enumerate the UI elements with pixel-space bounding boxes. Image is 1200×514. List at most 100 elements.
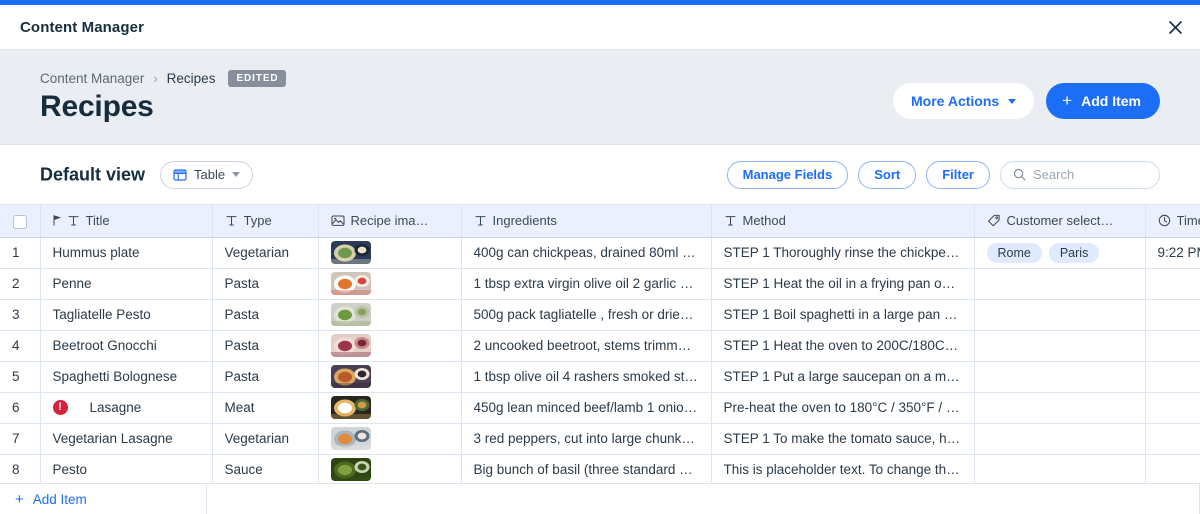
cell-ingredients[interactable]: 450g lean minced beef/lamb 1 onion 1 …: [461, 392, 712, 424]
cell-method-text: This is placeholder text. To change this…: [723, 462, 962, 477]
view-type-selector[interactable]: Table: [160, 160, 254, 189]
column-header-label: Customer select…: [1006, 213, 1114, 229]
text-field-icon: [724, 214, 737, 227]
cell-recipe-image[interactable]: [318, 237, 462, 269]
table-body: 1 Hummus plate Vegetarian 400g can chickpea…: [0, 237, 1200, 486]
select-all-checkbox[interactable]: [12, 214, 27, 229]
cell-type[interactable]: Pasta: [212, 361, 319, 393]
more-actions-button[interactable]: More Actions: [893, 83, 1035, 119]
cell-title[interactable]: Tagliatelle Pesto: [40, 299, 213, 331]
cell-customer-select[interactable]: Rome Paris: [974, 237, 1146, 269]
cell-title[interactable]: Hummus plate: [40, 237, 213, 269]
cell-ingredients[interactable]: 1 tbsp olive oil 4 rashers smoked streak…: [461, 361, 712, 393]
cell-method[interactable]: This is placeholder text. To change this…: [711, 454, 975, 486]
cell-ingredients[interactable]: Big bunch of basil (three standard size …: [461, 454, 712, 486]
table-row[interactable]: 5 Spaghetti Bolognese Pasta 1 tbsp olive oi…: [0, 361, 1200, 393]
add-item-label: Add Item: [1081, 93, 1141, 109]
cell-time[interactable]: [1145, 392, 1200, 424]
search-box[interactable]: [1000, 160, 1160, 189]
cell-method[interactable]: STEP 1 Thoroughly rinse the chickpeas in…: [711, 237, 975, 269]
cell-ingredients[interactable]: 1 tbsp extra virgin olive oil 2 garlic c…: [461, 268, 712, 300]
cell-type[interactable]: Meat: [212, 392, 319, 424]
cell-time[interactable]: [1145, 330, 1200, 362]
cell-customer-select[interactable]: [974, 361, 1146, 393]
cell-time[interactable]: 9:22 PM: [1145, 237, 1200, 269]
cell-type[interactable]: Vegetarian: [212, 423, 319, 455]
table-row[interactable]: 1 Hummus plate Vegetarian 400g can chickpea…: [0, 237, 1200, 269]
cell-recipe-image[interactable]: [318, 423, 462, 455]
cell-customer-select[interactable]: [974, 423, 1146, 455]
cell-recipe-image[interactable]: [318, 330, 462, 362]
cell-time[interactable]: [1145, 454, 1200, 486]
recipe-image-thumbnail: [330, 396, 371, 419]
cell-recipe-image[interactable]: [318, 299, 462, 331]
filter-button[interactable]: Filter: [926, 160, 990, 189]
cell-recipe-image[interactable]: [318, 454, 462, 486]
cell-customer-select[interactable]: [974, 268, 1146, 300]
cell-customer-select[interactable]: [974, 330, 1146, 362]
clock-field-icon: [1158, 214, 1171, 227]
table-row[interactable]: 8 Pesto Sauce Big bunch of basil (three sta…: [0, 454, 1200, 486]
cell-ingredients[interactable]: 500g pack tagliatelle , fresh or dried 2…: [461, 299, 712, 331]
table-row[interactable]: 2 Penne Pasta 1 tbsp extra virgin olive oil…: [0, 268, 1200, 300]
column-header-recipe-image[interactable]: Recipe ima…: [318, 205, 462, 238]
cell-title[interactable]: Pesto: [40, 454, 213, 486]
cell-type[interactable]: Pasta: [212, 268, 319, 300]
breadcrumb-item-recipes[interactable]: Recipes: [167, 71, 216, 86]
plus-icon: +: [15, 490, 24, 508]
column-header-ingredients[interactable]: Ingredients: [461, 205, 712, 238]
cell-ingredients-text: 500g pack tagliatelle , fresh or dried 2…: [473, 307, 699, 322]
cell-recipe-image[interactable]: [318, 361, 462, 393]
cell-title[interactable]: Spaghetti Bolognese: [40, 361, 213, 393]
cell-method-text: STEP 1 Thoroughly rinse the chickpeas in…: [723, 245, 962, 260]
cell-method[interactable]: STEP 1 Put a large saucepan on a medium …: [711, 361, 975, 393]
search-input[interactable]: [1033, 167, 1147, 182]
breadcrumb-item-content-manager[interactable]: Content Manager: [40, 71, 144, 86]
column-header-method[interactable]: Method: [711, 205, 975, 238]
cell-recipe-image[interactable]: [318, 268, 462, 300]
footer-add-item-button[interactable]: + Add Item: [0, 483, 207, 514]
cell-title[interactable]: ! Lasagne: [40, 392, 213, 424]
table-icon: [173, 168, 187, 182]
cell-ingredients[interactable]: 3 red peppers, cut into large chunks 2 a…: [461, 423, 712, 455]
cell-time[interactable]: [1145, 268, 1200, 300]
cell-type[interactable]: Vegetarian: [212, 237, 319, 269]
cell-method[interactable]: STEP 1 Heat the oven to 200C/180C fan/ g…: [711, 330, 975, 362]
cell-time[interactable]: [1145, 423, 1200, 455]
text-field-icon: [67, 214, 80, 227]
table-row[interactable]: 7 Vegetarian Lasagne Vegetarian 3 red peppe…: [0, 423, 1200, 455]
cell-title-text: Vegetarian Lasagne: [52, 431, 173, 446]
cell-ingredients-text: 3 red peppers, cut into large chunks 2 a…: [473, 431, 699, 446]
cell-recipe-image[interactable]: [318, 392, 462, 424]
cell-title[interactable]: Vegetarian Lasagne: [40, 423, 213, 455]
column-header-time[interactable]: Time: [1145, 205, 1200, 238]
cell-customer-select[interactable]: [974, 392, 1146, 424]
cell-type[interactable]: Sauce: [212, 454, 319, 486]
cell-method[interactable]: STEP 1 Boil spaghetti in a large pan acc…: [711, 299, 975, 331]
manage-fields-button[interactable]: Manage Fields: [726, 160, 849, 189]
cell-customer-select[interactable]: [974, 299, 1146, 331]
column-header-customer-select[interactable]: Customer select…: [974, 205, 1146, 238]
close-icon[interactable]: [1160, 12, 1190, 42]
cell-time[interactable]: [1145, 361, 1200, 393]
table-row[interactable]: 3 Tagliatelle Pesto Pasta 500g pack tagliat…: [0, 299, 1200, 331]
cell-ingredients[interactable]: 400g can chickpeas, drained 80ml extr…: [461, 237, 712, 269]
cell-ingredients[interactable]: 2 uncooked beetroot, stems trimmed (2…: [461, 330, 712, 362]
cell-title[interactable]: Penne: [40, 268, 213, 300]
cell-method[interactable]: STEP 1 To make the tomato sauce, heat th…: [711, 423, 975, 455]
cell-method[interactable]: Pre-heat the oven to 180°C / 350°F / Gas…: [711, 392, 975, 424]
column-header-type[interactable]: Type: [212, 205, 319, 238]
cell-method[interactable]: STEP 1 Heat the oil in a frying pan over…: [711, 268, 975, 300]
column-header-title[interactable]: Title: [40, 205, 213, 238]
sort-button[interactable]: Sort: [858, 160, 917, 189]
breadcrumb: Content Manager › Recipes EDITED: [40, 70, 286, 87]
cell-type[interactable]: Pasta: [212, 330, 319, 362]
cell-method-text: STEP 1 To make the tomato sauce, heat th…: [723, 431, 962, 446]
add-item-button[interactable]: + Add Item: [1046, 83, 1160, 119]
cell-customer-select[interactable]: [974, 454, 1146, 486]
cell-type[interactable]: Pasta: [212, 299, 319, 331]
cell-title[interactable]: Beetroot Gnocchi: [40, 330, 213, 362]
table-row[interactable]: 6! Lasagne Meat 450g lean minced beef/lamb …: [0, 392, 1200, 424]
cell-time[interactable]: [1145, 299, 1200, 331]
table-row[interactable]: 4 Beetroot Gnocchi Pasta 2 uncooked beetroo…: [0, 330, 1200, 362]
